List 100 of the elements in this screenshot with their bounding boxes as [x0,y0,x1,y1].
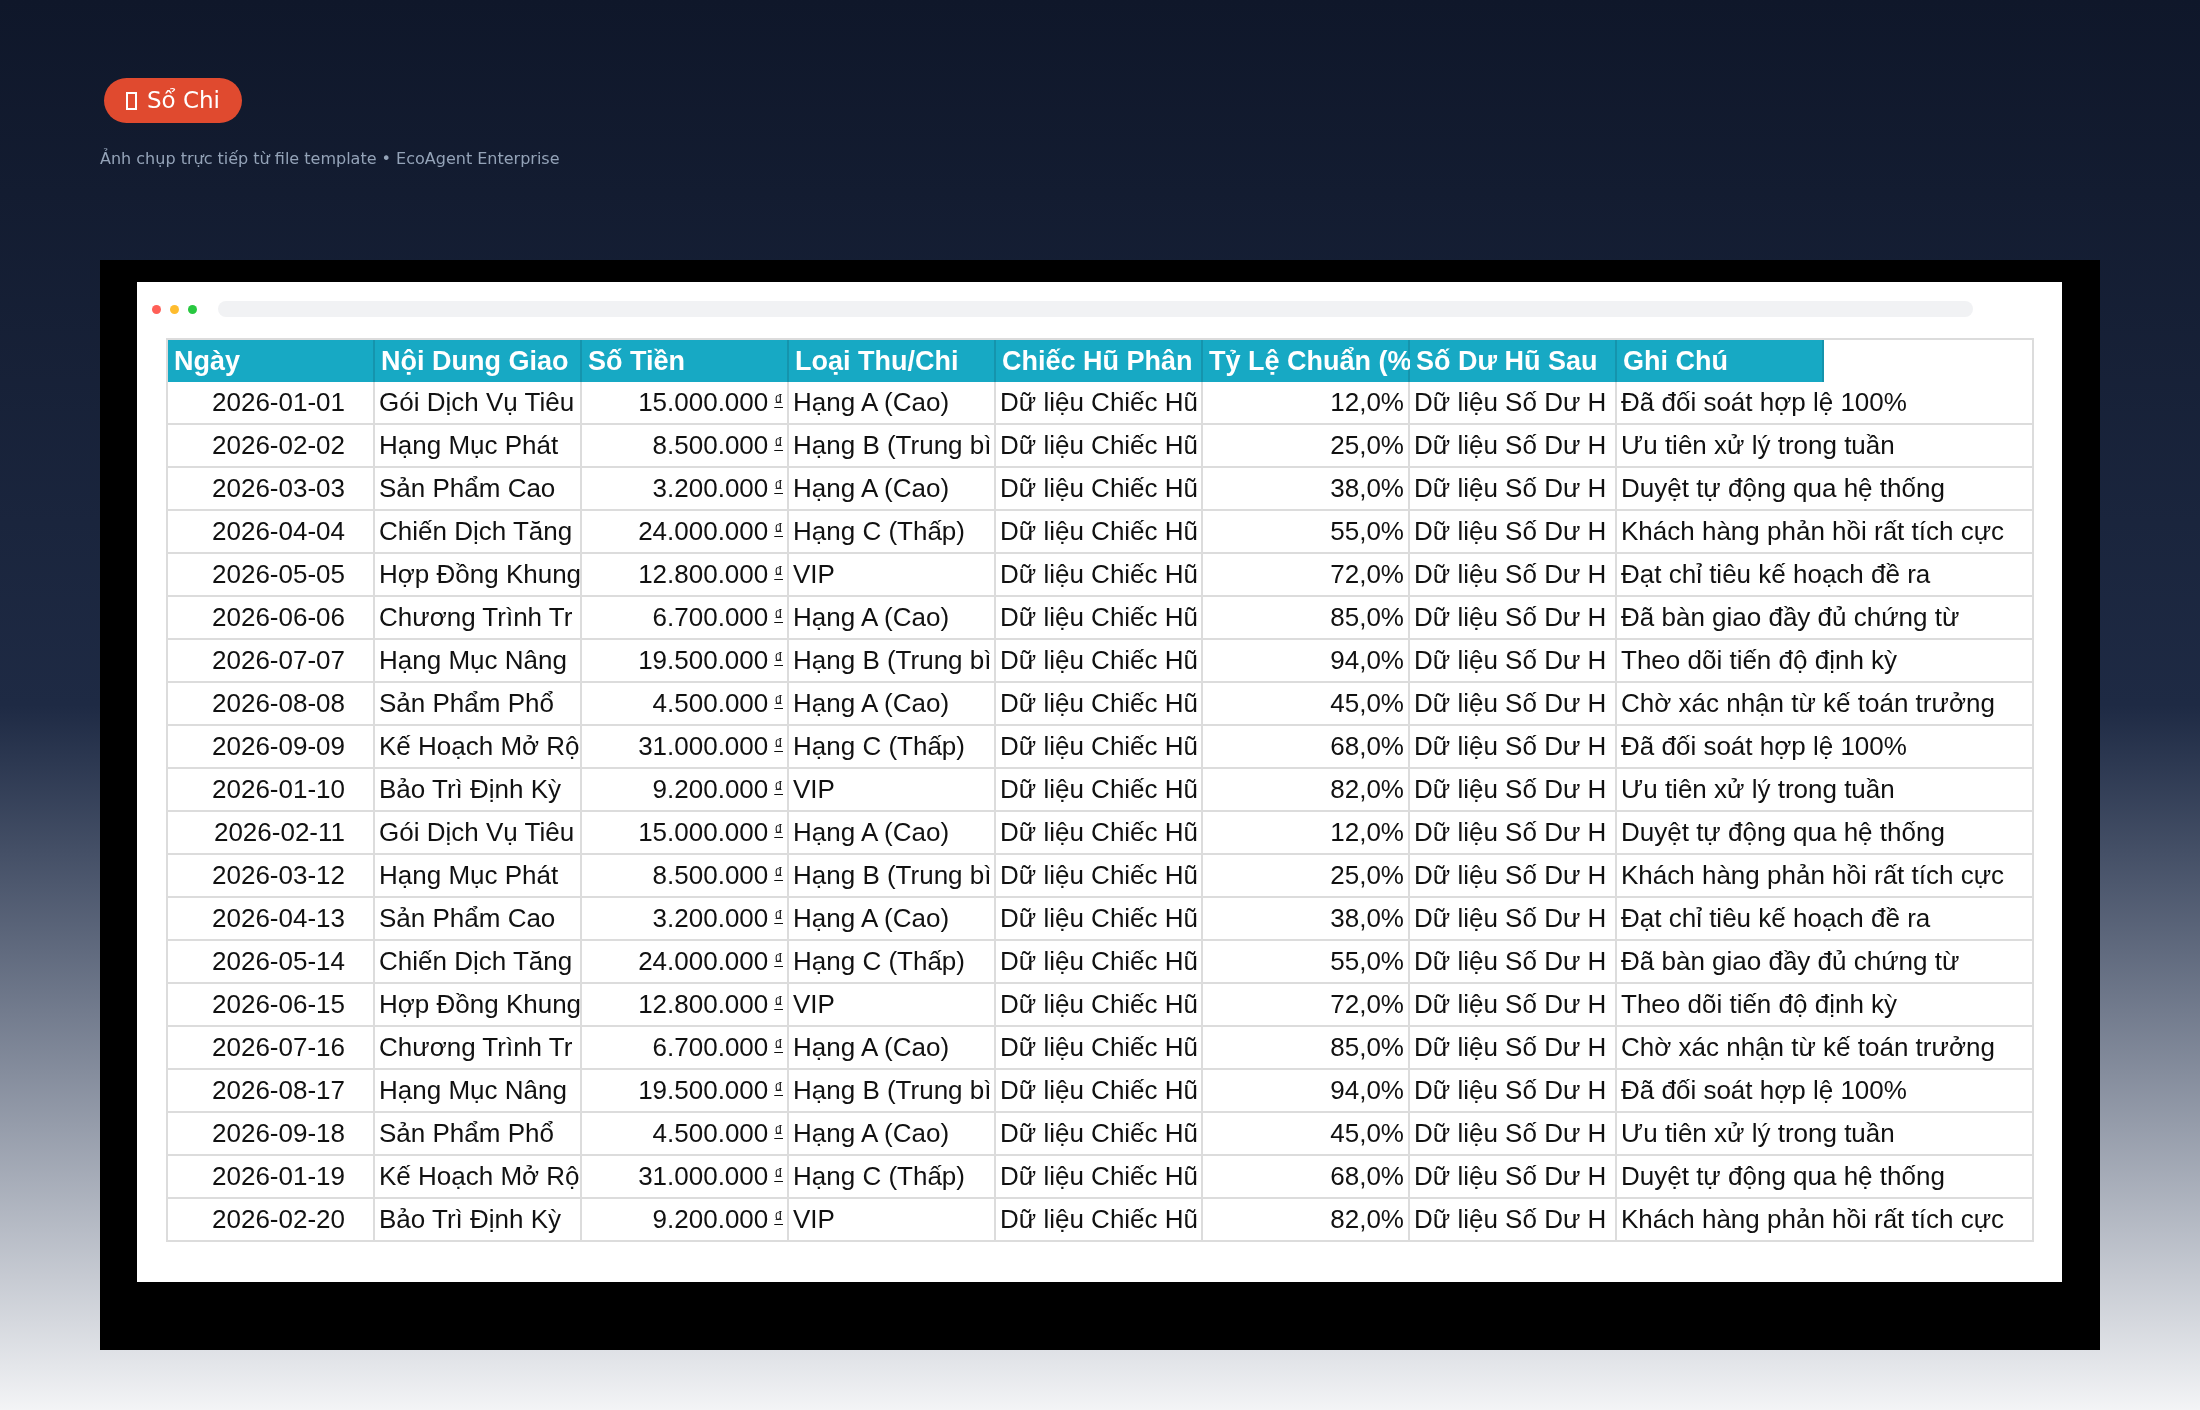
column-header: Ngày [168,340,375,382]
table-cell: Dữ liệu Chiếc Hũ [996,554,1203,597]
table-cell: Khách hàng phản hồi rất tích cực [1617,511,2034,554]
table-cell: Duyệt tự động qua hệ thống [1617,812,2034,855]
table-cell: Dữ liệu Số Dư H [1410,726,1617,769]
table-cell: Dữ liệu Chiếc Hũ [996,941,1203,984]
table-cell: 2026-09-18 [168,1113,375,1156]
table-cell: Dữ liệu Chiếc Hũ [996,769,1203,812]
table-cell: 68,0% [1203,1156,1410,1199]
table-cell: Ưu tiên xử lý trong tuần [1617,425,2034,468]
table-cell: Dữ liệu Chiếc Hũ [996,812,1203,855]
table-cell: 2026-09-09 [168,726,375,769]
table-cell: Đã bàn giao đầy đủ chứng từ [1617,597,2034,640]
table-cell: Đã đối soát hợp lệ 100% [1617,726,2034,769]
currency-symbol: ₫ [774,433,783,455]
table-cell: Gói Dịch Vụ Tiêu [375,382,582,425]
table-cell: Đã bàn giao đầy đủ chứng từ [1617,941,2034,984]
amount-text: 19.500.000 [638,644,769,677]
table-cell: 2026-06-06 [168,597,375,640]
table-cell: Dữ liệu Chiếc Hũ [996,1027,1203,1070]
table-cell: Chờ xác nhận từ kế toán trưởng [1617,1027,2034,1070]
table-cell: Hạng A (Cao) [789,597,996,640]
table-cell: 2026-03-03 [168,468,375,511]
table-cell: Hạng Mục Nâng [375,640,582,683]
currency-symbol: ₫ [774,390,783,412]
table-cell: 2026-02-02 [168,425,375,468]
currency-symbol: ₫ [774,992,783,1014]
table-cell: 82,0% [1203,769,1410,812]
table-cell: 38,0% [1203,468,1410,511]
amount-text: 31.000.000 [638,730,769,763]
amount-text: 9.200.000 [652,773,769,806]
table-cell: 2026-02-20 [168,1199,375,1242]
column-header: Tỷ Lệ Chuẩn (% [1203,340,1410,382]
currency-symbol: ₫ [774,949,783,971]
table-cell: VIP [789,769,996,812]
amount-text: 19.500.000 [638,1074,769,1107]
table-cell: Dữ liệu Số Dư H [1410,382,1617,425]
table-cell: Hợp Đồng Khung [375,984,582,1027]
table-cell: Dữ liệu Số Dư H [1410,812,1617,855]
caption: Ảnh chụp trực tiếp từ file template • EcoAgent Enterprise [100,147,560,170]
amount-text: 6.700.000 [652,601,769,634]
table-cell: Dữ liệu Số Dư H [1410,769,1617,812]
column-header: Loại Thu/Chi [789,340,996,382]
amount-text: 6.700.000 [652,1031,769,1064]
amount-text: 15.000.000 [638,816,769,849]
table-cell: VIP [789,1199,996,1242]
table-cell: Đạt chỉ tiêu kế hoạch đề ra [1617,554,2034,597]
table-cell: Đã đối soát hợp lệ 100% [1617,382,2034,425]
table-cell: Ưu tiên xử lý trong tuần [1617,1113,2034,1156]
table-cell: 2026-08-17 [168,1070,375,1113]
table-cell: 2026-05-05 [168,554,375,597]
currency-symbol: ₫ [774,1164,783,1186]
table-cell: Dữ liệu Chiếc Hũ [996,984,1203,1027]
table-cell: 12,0% [1203,382,1410,425]
currency-symbol: ₫ [774,519,783,541]
table-cell: Khách hàng phản hồi rất tích cực [1617,855,2034,898]
square-icon [126,91,137,110]
table-cell: Dữ liệu Số Dư H [1410,941,1617,984]
column-header: Ghi Chú [1617,340,1824,382]
table-cell: Chương Trình Tr [375,1027,582,1070]
table-cell: 2026-06-15 [168,984,375,1027]
table-cell: Dữ liệu Số Dư H [1410,1113,1617,1156]
table-cell: Hạng B (Trung bì [789,855,996,898]
amount-text: 3.200.000 [652,902,769,935]
table-cell: 2026-01-19 [168,1156,375,1199]
table-cell: Kế Hoạch Mở Rộ [375,726,582,769]
table-cell: Dữ liệu Số Dư H [1410,683,1617,726]
table-cell: Dữ liệu Số Dư H [1410,554,1617,597]
currency-symbol: ₫ [774,648,783,670]
table-cell: Sản Phẩm Cao [375,898,582,941]
table-cell: Dữ liệu Số Dư H [1410,984,1617,1027]
table-cell: Dữ liệu Chiếc Hũ [996,511,1203,554]
table-cell: Hạng A (Cao) [789,1113,996,1156]
table-cell: Dữ liệu Số Dư H [1410,1027,1617,1070]
table-cell: Theo dõi tiến độ định kỳ [1617,640,2034,683]
table-cell: 2026-05-14 [168,941,375,984]
table-cell: Hạng B (Trung bì [789,1070,996,1113]
table-cell: Bảo Trì Định Kỳ [375,769,582,812]
table-cell: 25,0% [1203,855,1410,898]
table-cell: Sản Phẩm Cao [375,468,582,511]
currency-symbol: ₫ [774,1207,783,1229]
currency-symbol: ₫ [774,562,783,584]
amount-text: 4.500.000 [652,1117,769,1150]
table-cell: Dữ liệu Chiếc Hũ [996,468,1203,511]
table-cell: 94,0% [1203,1070,1410,1113]
amount-text: 9.200.000 [652,1203,769,1236]
table-cell: Dữ liệu Chiếc Hũ [996,898,1203,941]
amount-text: 4.500.000 [652,687,769,720]
table-cell: 2026-04-13 [168,898,375,941]
table-cell: 25,0% [1203,425,1410,468]
table-cell: Dữ liệu Số Dư H [1410,425,1617,468]
table-cell: Hạng Mục Phát [375,425,582,468]
currency-symbol: ₫ [774,820,783,842]
table-cell: Hạng A (Cao) [789,812,996,855]
table-cell: 12,0% [1203,812,1410,855]
table-cell: Dữ liệu Số Dư H [1410,597,1617,640]
table-cell: Đã đối soát hợp lệ 100% [1617,1070,2034,1113]
currency-symbol: ₫ [774,605,783,627]
amount-text: 24.000.000 [638,945,769,978]
table-cell: 55,0% [1203,941,1410,984]
